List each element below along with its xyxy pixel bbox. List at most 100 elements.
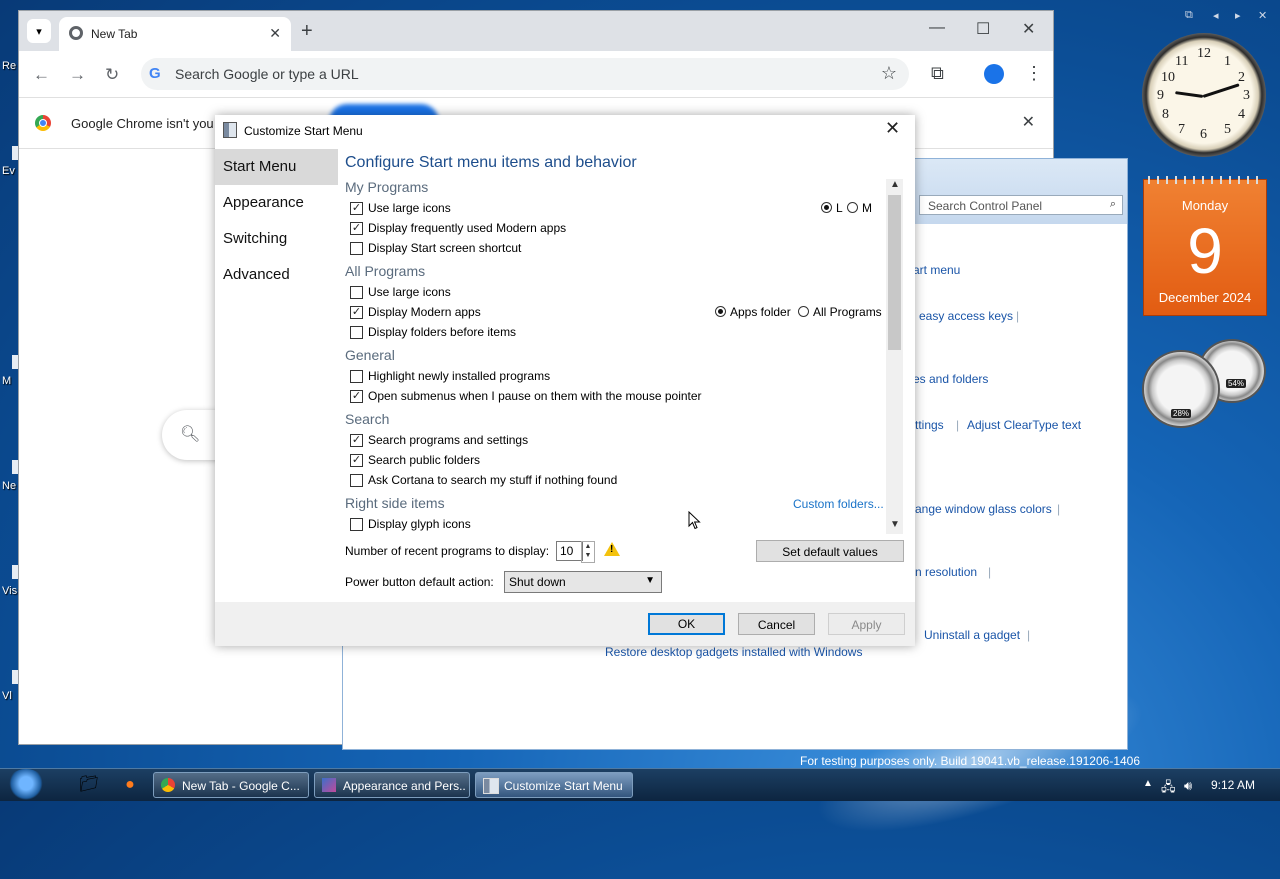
clock-hour-hand bbox=[1175, 91, 1204, 98]
desktop-icon-label[interactable]: M bbox=[2, 375, 11, 387]
scroll-down-arrow-icon[interactable]: ▼ bbox=[890, 519, 900, 530]
bookmark-star-icon[interactable]: ☆ bbox=[881, 63, 897, 84]
dialog-content: Configure Start menu items and behavior … bbox=[338, 146, 915, 602]
minimize-button[interactable]: — bbox=[929, 19, 945, 37]
link-separator: | bbox=[988, 565, 992, 579]
calendar-month: December 2024 bbox=[1158, 290, 1252, 305]
chrome-toolbar: ← → ↻ G Search Google or type a URL ☆ ⧉ … bbox=[19, 51, 1053, 98]
close-window-button[interactable]: ✕ bbox=[1022, 19, 1035, 39]
desktop-icon-label[interactable]: Re bbox=[2, 60, 16, 72]
forward-arrow-icon[interactable]: → bbox=[69, 65, 86, 85]
clock-number: 9 bbox=[1157, 88, 1164, 103]
stepper-arrows-icon[interactable]: ▲ ▼ bbox=[581, 541, 595, 563]
network-icon[interactable]: 🖧︎ bbox=[1161, 778, 1176, 800]
chrome-logo-icon bbox=[35, 115, 51, 131]
nav-appearance[interactable]: Appearance bbox=[215, 185, 338, 221]
chrome-menu-icon[interactable]: ⋮ bbox=[1025, 63, 1043, 84]
clock-time[interactable]: 9:12 AM bbox=[1211, 778, 1255, 792]
infobar-message: Google Chrome isn't you bbox=[71, 116, 214, 131]
desktop-icon-label[interactable]: Ev bbox=[2, 165, 15, 177]
firefox-pinned-icon[interactable]: ● bbox=[116, 773, 144, 797]
clock-number: 4 bbox=[1238, 107, 1245, 122]
scrollbar-thumb[interactable] bbox=[888, 195, 901, 350]
group-right-side: Right side items bbox=[345, 495, 445, 511]
power-button-value: Shut down bbox=[509, 575, 566, 589]
power-button-select[interactable]: Shut down ▼ bbox=[504, 571, 662, 593]
tab-new-tab[interactable]: New Tab ✕ bbox=[59, 17, 291, 51]
clock-number: 7 bbox=[1178, 122, 1185, 137]
extensions-puzzle-icon[interactable]: ⧉ bbox=[931, 63, 944, 84]
control-panel-search-input[interactable]: Search Control Panel ⌕ bbox=[919, 195, 1123, 215]
search-icon: 🔍︎ bbox=[180, 426, 201, 443]
chrome-task-icon bbox=[161, 778, 175, 792]
options-scrollbar[interactable]: ▲ ▼ bbox=[886, 179, 903, 534]
desktop-icon-label[interactable]: Ne bbox=[2, 480, 16, 492]
clock-number: 12 bbox=[1197, 46, 1211, 61]
taskbar: 📁︎ ● New Tab - Google C... Appearance an… bbox=[0, 768, 1280, 801]
taskbar-chrome-task[interactable]: New Tab - Google C... bbox=[153, 772, 309, 798]
link-separator: | bbox=[1057, 502, 1061, 516]
apply-button[interactable]: Apply bbox=[828, 613, 905, 635]
volume-icon[interactable]: 🔊︎ bbox=[1184, 778, 1192, 794]
new-tab-button[interactable]: + bbox=[301, 19, 313, 43]
scroll-up-arrow-icon[interactable]: ▲ bbox=[890, 179, 900, 190]
recent-programs-value[interactable]: 10 bbox=[556, 541, 583, 561]
reload-icon[interactable]: ↻ bbox=[105, 65, 119, 85]
gadget-prev-icon[interactable]: ◂ bbox=[1213, 9, 1219, 22]
task-label: Customize Start Menu bbox=[504, 779, 623, 793]
ntp-search-box[interactable]: 🔍︎ bbox=[162, 410, 222, 460]
calendar-date: 9 bbox=[1187, 215, 1223, 287]
nav-switching[interactable]: Switching bbox=[215, 221, 338, 257]
gadget-toolbar-icon[interactable]: ⧉ bbox=[1185, 9, 1193, 22]
tray-overflow-icon[interactable]: ▲ bbox=[1143, 778, 1153, 789]
set-default-values-button[interactable]: Set default values bbox=[756, 540, 904, 562]
clock-number: 1 bbox=[1224, 54, 1231, 69]
gadget-next-icon[interactable]: ▸ bbox=[1235, 9, 1241, 22]
custom-folders-link[interactable]: Custom folders... bbox=[793, 497, 884, 511]
nav-label: Appearance bbox=[223, 194, 304, 211]
nav-advanced[interactable]: Advanced bbox=[215, 257, 338, 293]
search-icon: ⌕ bbox=[1109, 198, 1116, 210]
nav-label: Switching bbox=[223, 230, 288, 247]
clock-number: 8 bbox=[1162, 107, 1169, 122]
infobar-close-icon[interactable]: ✕ bbox=[1022, 112, 1035, 132]
taskbar-customize-task[interactable]: Customize Start Menu bbox=[475, 772, 633, 798]
calendar-gadget[interactable]: Monday 9 December 2024 bbox=[1143, 176, 1267, 316]
back-arrow-icon[interactable]: ← bbox=[33, 65, 50, 85]
content-heading: Configure Start menu items and behavior bbox=[345, 154, 637, 171]
clock-number: 5 bbox=[1224, 122, 1231, 137]
cp-link-cleartype[interactable]: Adjust ClearType text bbox=[967, 418, 1081, 432]
customize-start-menu-dialog: Customize Start Menu ✕ Start Menu Appear… bbox=[215, 115, 915, 646]
taskbar-control-panel-task[interactable]: Appearance and Pers... bbox=[314, 772, 470, 798]
memory-percent: 54% bbox=[1226, 379, 1247, 388]
options-scroll-area: My Programs ✓ Use large icons ✓ Display fr… bbox=[345, 179, 884, 531]
gadget-close-icon[interactable]: ✕ bbox=[1258, 9, 1267, 22]
file-explorer-pinned-icon[interactable]: 📁︎ bbox=[75, 773, 103, 797]
ok-button[interactable]: OK bbox=[648, 613, 725, 635]
cp-link-restore-gadgets[interactable]: Restore desktop gadgets installed with W… bbox=[605, 645, 862, 659]
tab-search-chevron-icon[interactable]: ▾ bbox=[27, 19, 51, 43]
nav-start-menu[interactable]: Start Menu bbox=[215, 149, 338, 185]
cp-link-uninstall-gadget[interactable]: Uninstall a gadget bbox=[924, 628, 1020, 642]
desktop-icon-label[interactable]: Vl bbox=[2, 690, 12, 702]
cpu-meter-gadget[interactable]: 28% bbox=[1142, 350, 1220, 428]
dialog-sidebar: Start Menu Appearance Switching Advanced bbox=[215, 146, 338, 602]
clock-number: 11 bbox=[1175, 54, 1189, 69]
cp-link-files-folders[interactable]: es and folders bbox=[913, 372, 988, 386]
cp-link-access-keys[interactable]: easy access keys bbox=[919, 309, 1013, 323]
clock-gadget[interactable]: 12 1 2 3 4 5 6 7 8 9 10 11 bbox=[1142, 33, 1266, 157]
cancel-button[interactable]: Cancel bbox=[738, 613, 815, 635]
tab-close-icon[interactable]: ✕ bbox=[269, 25, 281, 42]
cp-link-resolution[interactable]: n resolution bbox=[915, 565, 977, 579]
dialog-close-icon[interactable]: ✕ bbox=[885, 118, 900, 139]
desktop-icon-label[interactable]: Vis bbox=[2, 585, 17, 597]
start-button[interactable] bbox=[6, 769, 46, 801]
maximize-button[interactable]: ☐ bbox=[976, 19, 990, 39]
cp-link-glass-colors[interactable]: ange window glass colors bbox=[915, 502, 1052, 516]
profile-avatar-icon[interactable] bbox=[984, 64, 1004, 84]
recent-programs-stepper[interactable]: 10 ▲ ▼ bbox=[556, 541, 596, 563]
cp-link-settings[interactable]: ttings bbox=[915, 418, 944, 432]
address-bar[interactable]: G Search Google or type a URL ☆ bbox=[141, 58, 909, 90]
cp-link-start-menu[interactable]: art menu bbox=[913, 263, 960, 277]
task-label: New Tab - Google C... bbox=[182, 779, 300, 793]
